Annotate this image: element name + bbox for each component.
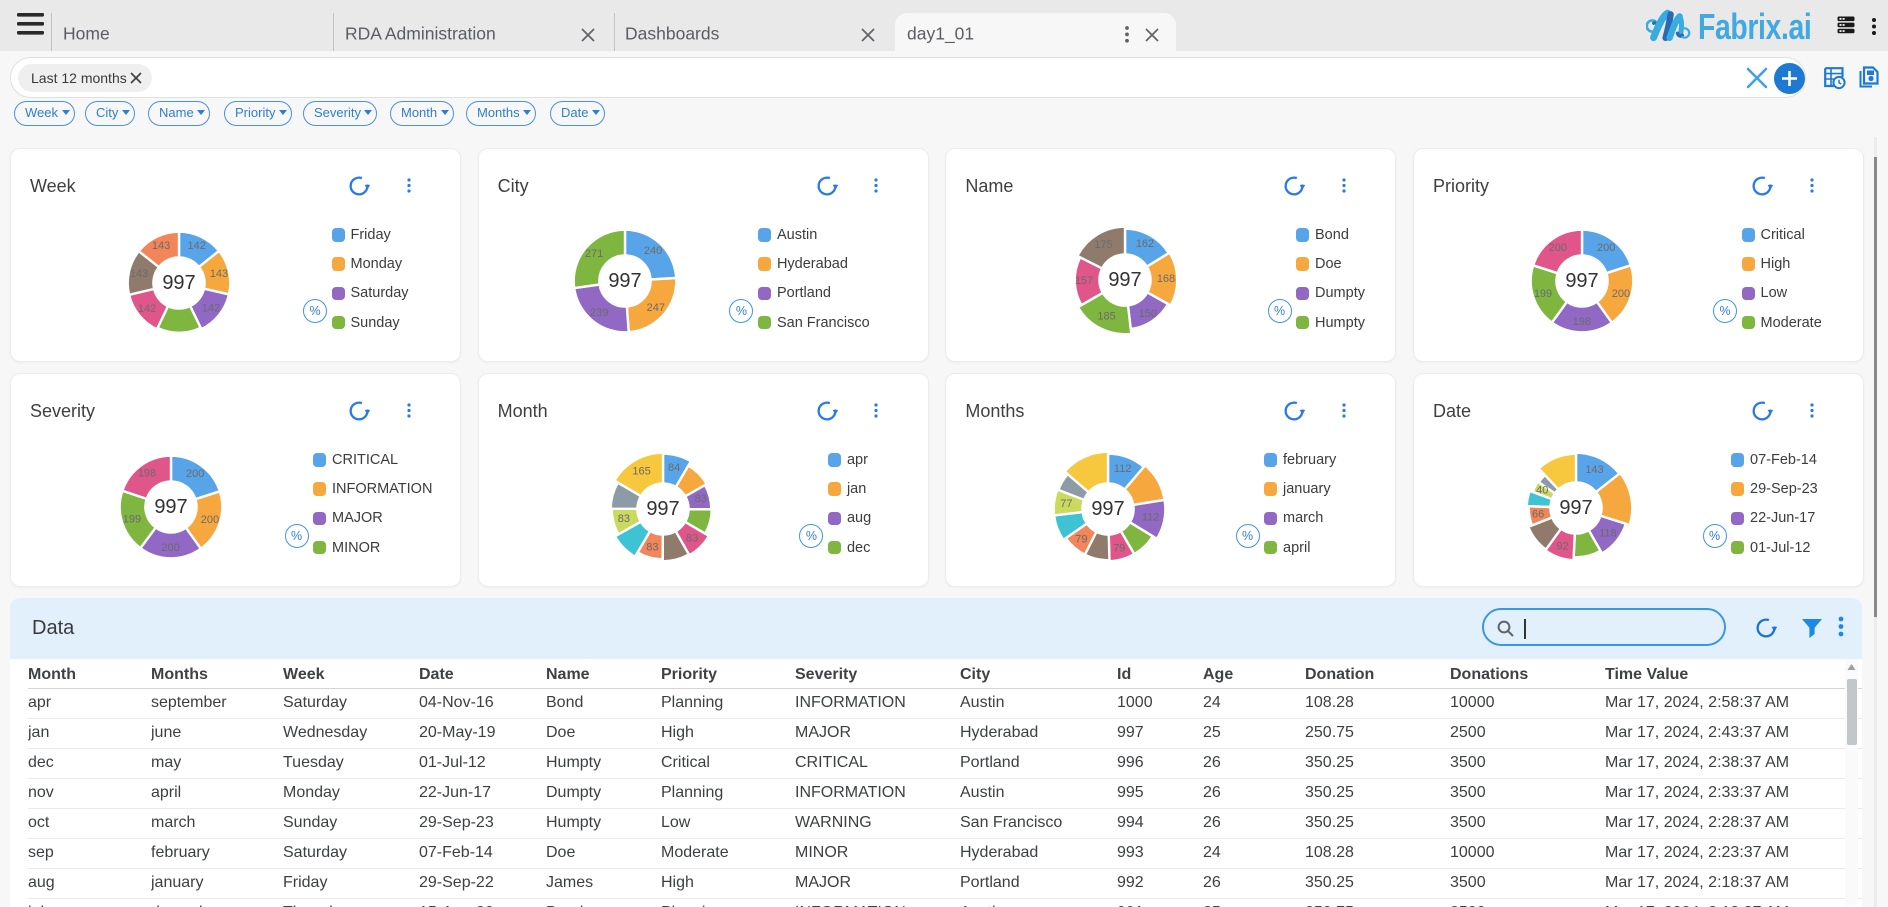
svg-text:84: 84 [668,462,680,474]
svg-text:199: 199 [122,513,140,525]
svg-text:997: 997 [1109,269,1142,291]
svg-text:997: 997 [1565,270,1598,292]
svg-text:79: 79 [1076,533,1088,545]
svg-text:997: 997 [646,498,679,520]
svg-text:168: 168 [1157,273,1175,285]
svg-text:200: 200 [1548,242,1566,254]
svg-text:200: 200 [161,542,179,554]
svg-text:118: 118 [1599,528,1617,540]
svg-text:83: 83 [646,542,658,554]
svg-text:165: 165 [632,466,650,478]
svg-text:77: 77 [1061,497,1073,509]
svg-text:66: 66 [1532,509,1544,521]
svg-text:239: 239 [590,306,608,318]
svg-text:997: 997 [608,270,641,292]
svg-text:92: 92 [1556,541,1568,553]
svg-text:240: 240 [644,245,662,257]
svg-text:143: 143 [129,268,147,280]
svg-text:143: 143 [209,267,227,279]
svg-text:150: 150 [1139,308,1157,320]
svg-text:112: 112 [1142,511,1160,523]
svg-text:143: 143 [1585,464,1603,476]
svg-text:185: 185 [1098,311,1116,323]
svg-text:83: 83 [694,493,706,505]
svg-text:199: 199 [1533,288,1551,300]
svg-text:162: 162 [1136,238,1154,250]
svg-text:112: 112 [1114,463,1132,475]
svg-text:198: 198 [137,467,155,479]
svg-text:83: 83 [686,533,698,545]
svg-text:143: 143 [151,240,169,252]
svg-text:247: 247 [647,302,665,314]
svg-text:997: 997 [1092,498,1125,520]
svg-text:997: 997 [162,272,195,294]
svg-text:198: 198 [1572,316,1590,328]
svg-text:200: 200 [1611,288,1629,300]
svg-text:83: 83 [617,513,629,525]
svg-text:271: 271 [585,248,603,260]
svg-text:142: 142 [137,302,155,314]
svg-text:40: 40 [1536,485,1548,497]
svg-text:200: 200 [200,513,218,525]
svg-text:997: 997 [154,496,187,518]
svg-text:997: 997 [1559,497,1592,519]
svg-text:142: 142 [201,302,219,314]
svg-text:200: 200 [186,467,204,479]
svg-text:200: 200 [1597,242,1615,254]
svg-text:142: 142 [187,240,205,252]
svg-text:157: 157 [1075,275,1093,287]
svg-text:175: 175 [1095,239,1113,251]
svg-text:79: 79 [1113,542,1125,554]
